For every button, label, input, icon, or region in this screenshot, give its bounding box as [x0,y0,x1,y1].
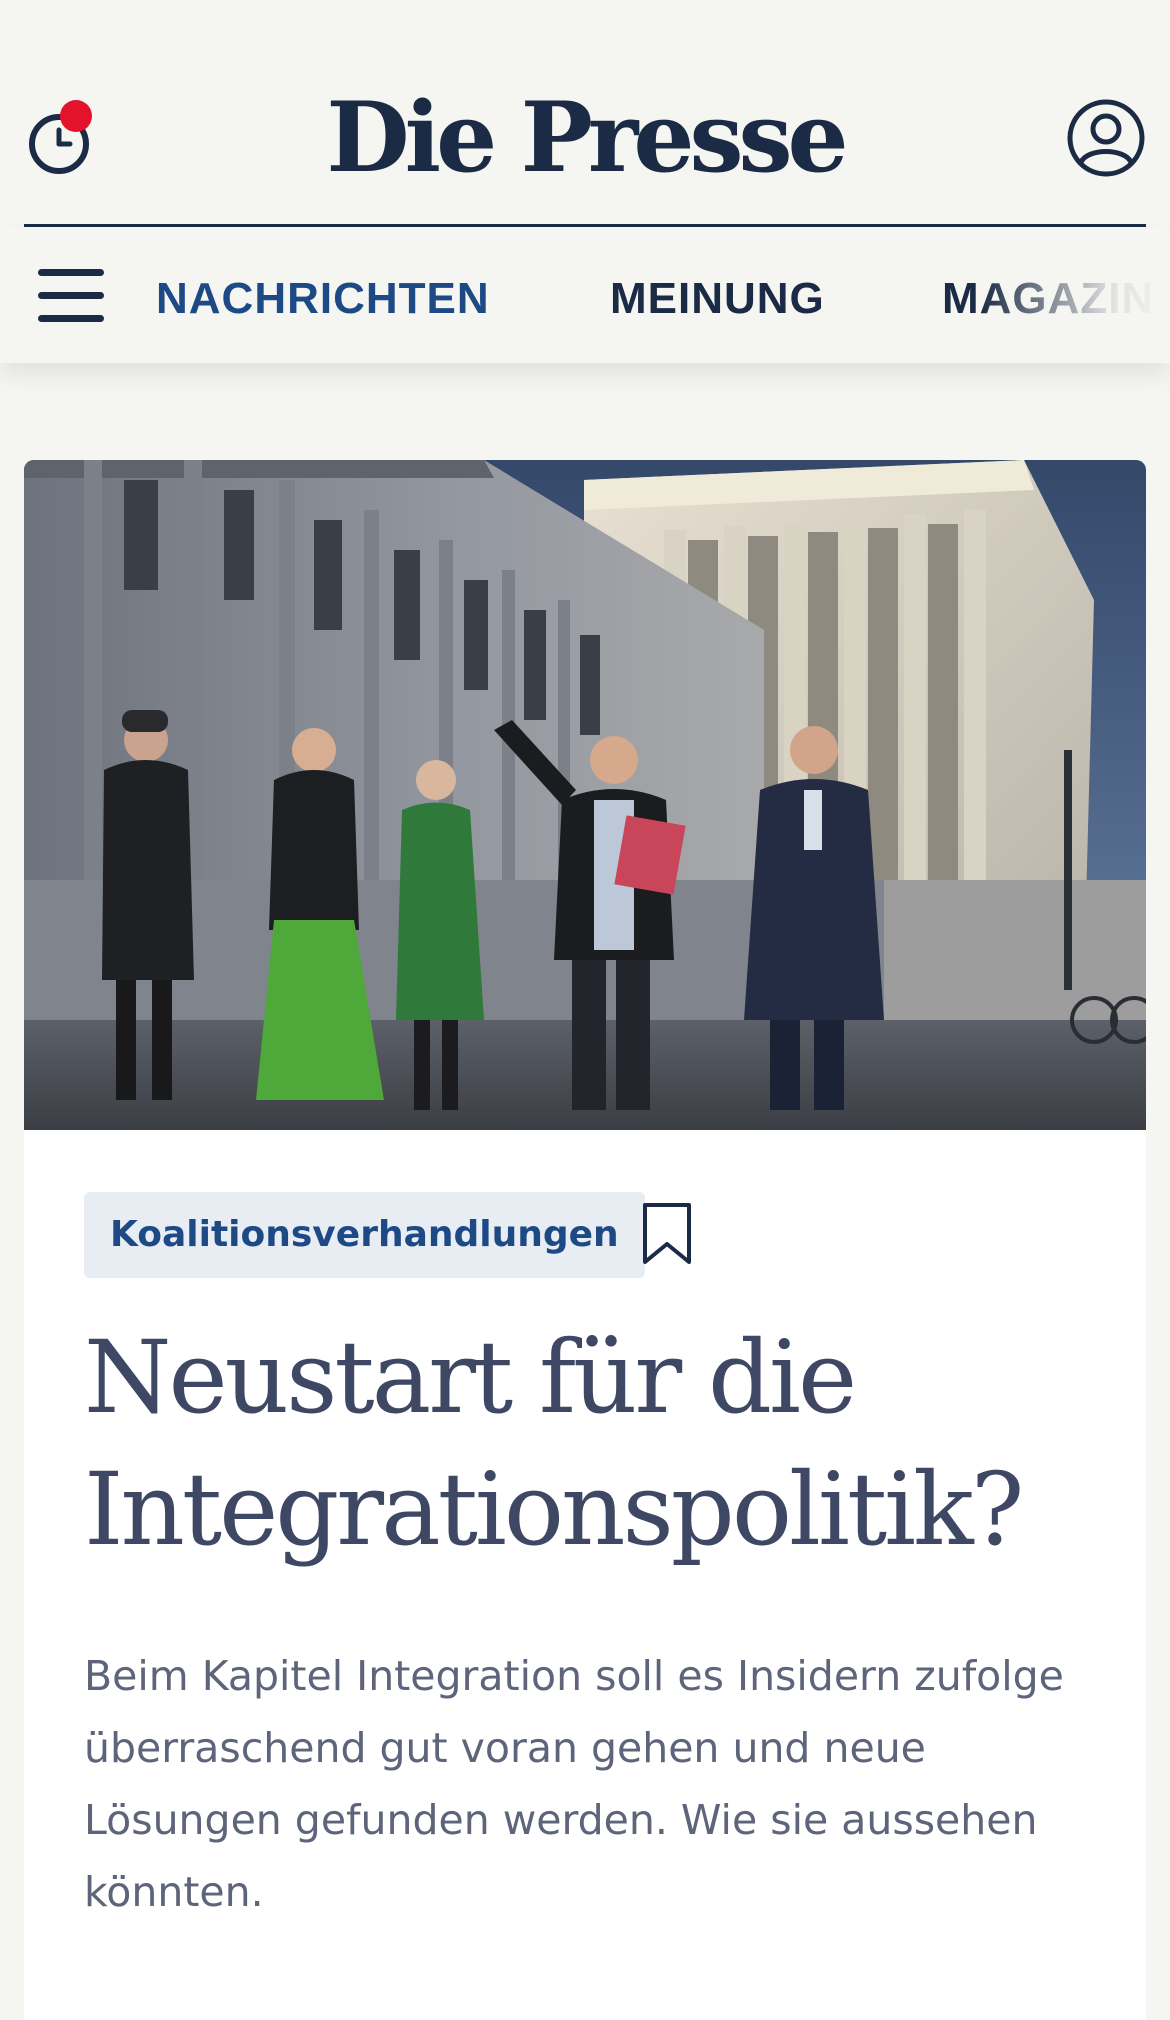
article-lead: Beim Kapitel Integration soll es Insider… [84,1652,1064,1916]
account-button[interactable] [1066,98,1146,178]
site-logo[interactable]: Die Presse [0,78,1170,198]
article-headline[interactable]: Neustart für die Integrationspolitik? [84,1312,1104,1576]
nav-item-magazin[interactable]: MAGAZIN [942,271,1154,327]
article-hero-image[interactable] [24,460,1146,1130]
hamburger-menu-icon[interactable] [38,269,106,323]
bookmark-button[interactable] [642,1202,692,1266]
topic-tag[interactable]: Koalitionsverhandlungen [84,1192,645,1278]
site-header: Die Presse [0,0,1170,227]
article-teaser-card[interactable]: Koalitionsverhandlungen Neustart für die… [24,460,1146,2020]
main-navigation: NACHRICHTEN MEINUNG MAGAZIN [0,227,1170,363]
hero-photo [24,460,1146,1130]
user-account-icon [1067,99,1145,177]
bookmark-icon [643,1203,691,1264]
nav-item-nachrichten[interactable]: NACHRICHTEN [156,271,490,327]
nav-item-meinung[interactable]: MEINUNG [610,271,825,327]
